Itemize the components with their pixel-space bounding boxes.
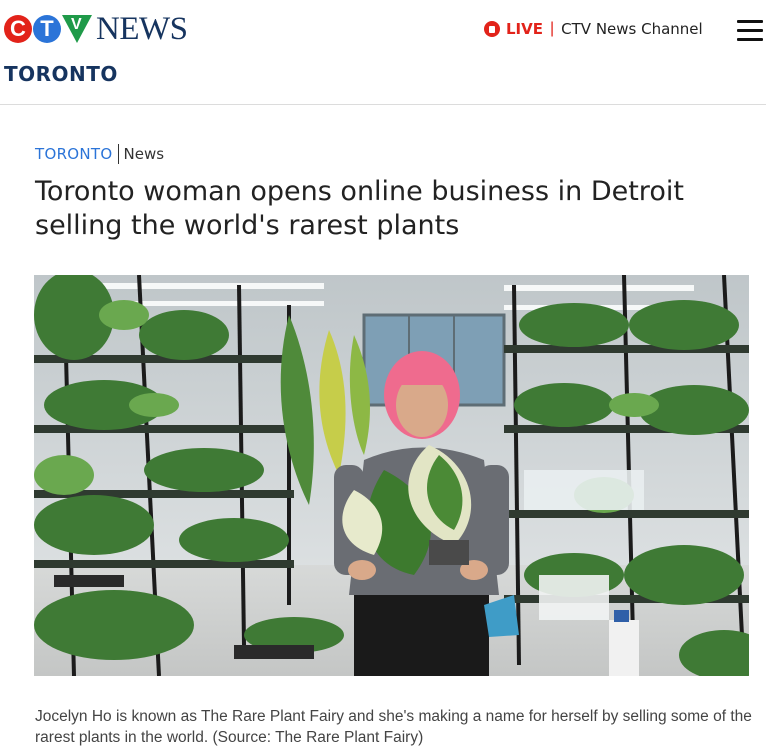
ctv-logo-mark: C T V [4, 15, 92, 43]
logo-wordmark: NEWS [96, 10, 188, 47]
site-header: C T V NEWS TORONTO LIVE | CTV News Chann… [0, 0, 766, 105]
logo-letter-c: C [4, 15, 32, 43]
channel-label: CTV News Channel [561, 20, 703, 38]
logo-letter-v-shape: V [62, 15, 92, 43]
hamburger-menu-icon[interactable] [737, 20, 763, 42]
plant-room-illustration [34, 275, 749, 676]
region-title[interactable]: TORONTO [4, 62, 118, 86]
photo-caption: Jocelyn Ho is known as The Rare Plant Fa… [35, 708, 752, 746]
breadcrumb-divider [117, 144, 119, 164]
live-separator: | [550, 20, 555, 37]
ctv-news-logo[interactable]: C T V NEWS [4, 12, 188, 46]
article-headline: Toronto woman opens online business in D… [35, 176, 684, 241]
breadcrumb-section-link[interactable]: News [124, 145, 165, 163]
live-icon [484, 21, 500, 37]
logo-letter-t: T [33, 15, 61, 43]
article-photo[interactable] [34, 275, 749, 676]
live-label: LIVE [506, 20, 543, 38]
breadcrumb: TORONTO News [35, 144, 164, 164]
breadcrumb-region-link[interactable]: TORONTO [35, 145, 113, 163]
logo-letter-v: V [71, 16, 82, 33]
live-link[interactable]: LIVE | CTV News Channel [484, 20, 703, 38]
